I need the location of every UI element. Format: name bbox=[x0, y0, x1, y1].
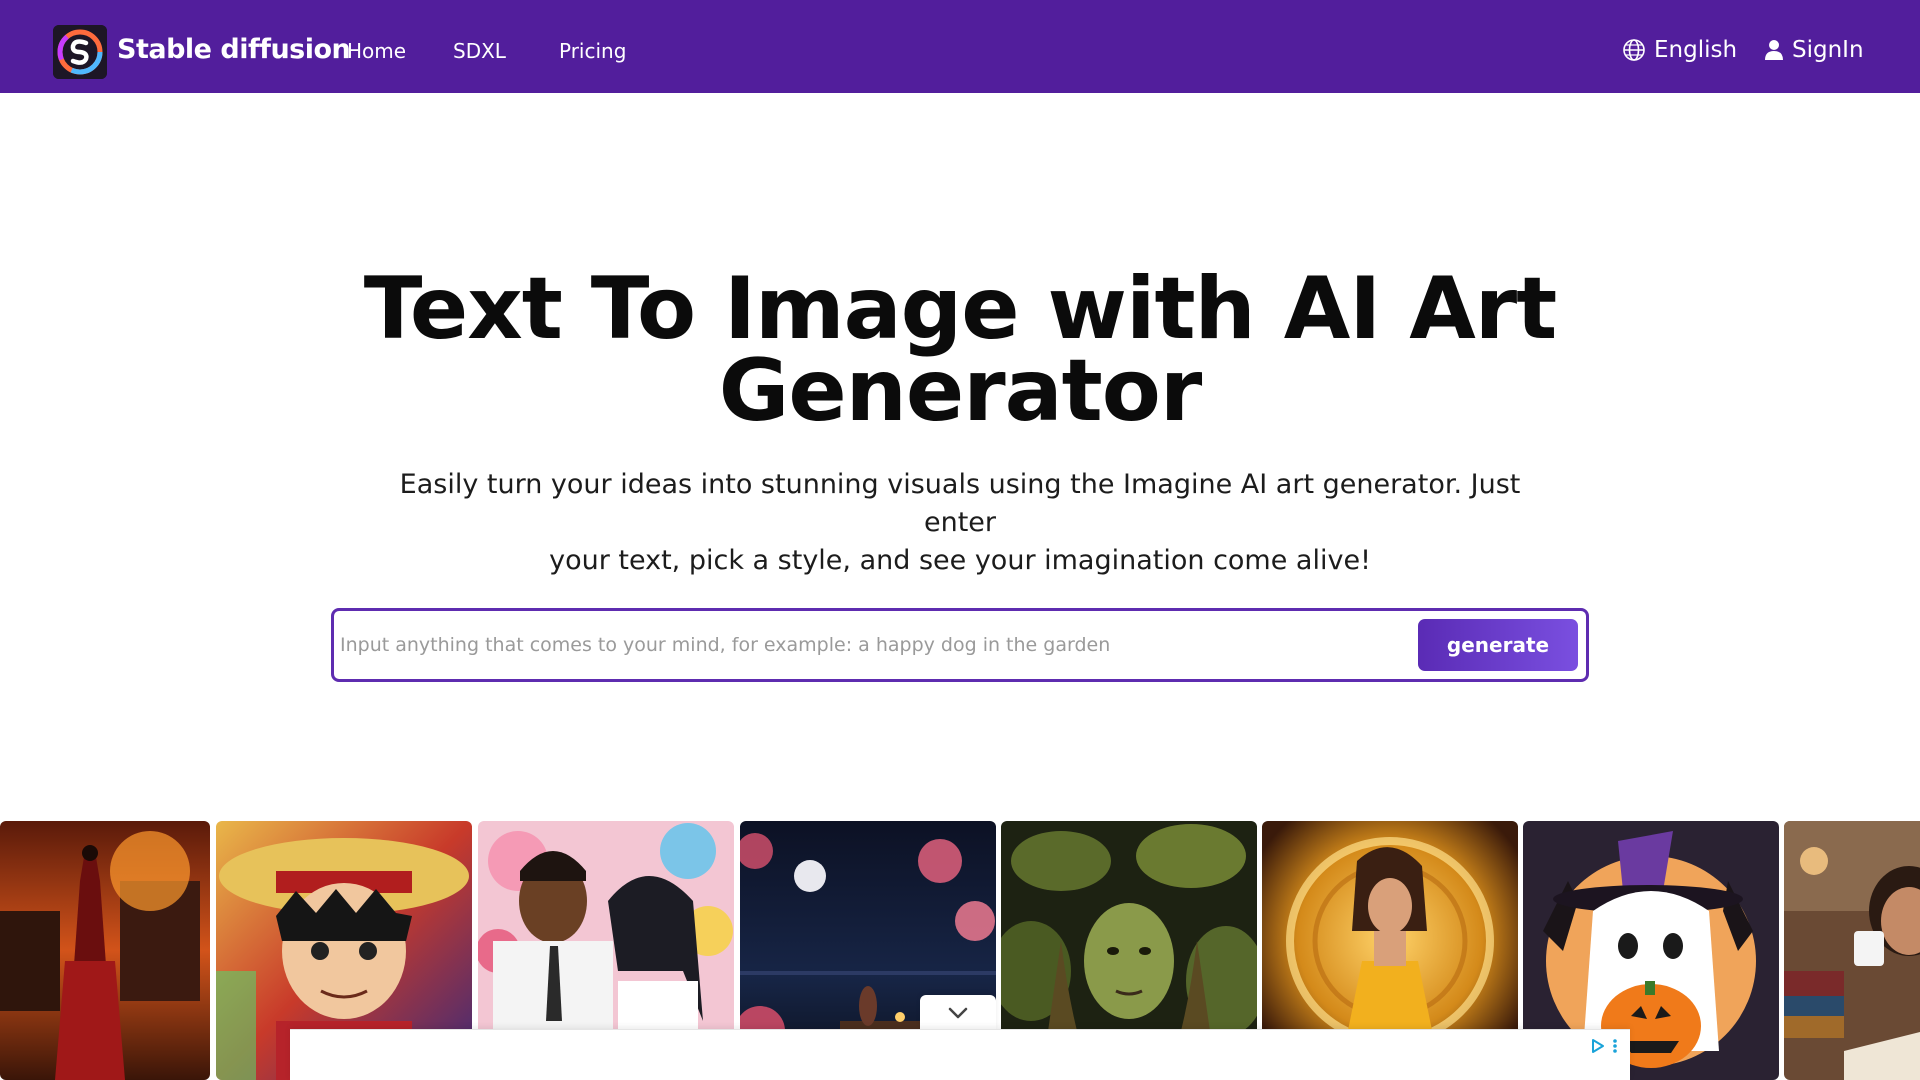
hero-title: Text To Image with AI Art Generator bbox=[0, 259, 1920, 441]
nav-link-home[interactable]: Home bbox=[347, 39, 406, 63]
brand-name[interactable]: Stable diffusion bbox=[117, 34, 351, 65]
user-icon bbox=[1765, 40, 1783, 60]
top-navbar: Stable diffusion Home SDXL Pricing Engli… bbox=[0, 0, 1920, 93]
signin-button[interactable]: SignIn bbox=[1764, 37, 1864, 63]
prompt-input[interactable] bbox=[340, 621, 1340, 669]
brand-logo-icon[interactable] bbox=[53, 25, 107, 79]
nav-link-pricing[interactable]: Pricing bbox=[559, 39, 626, 63]
adchoices-icon[interactable] bbox=[1590, 1038, 1606, 1054]
hero-subtitle-line-2: your text, pick a style, and see your im… bbox=[549, 545, 1371, 576]
nav-link-sdxl[interactable]: SDXL bbox=[453, 39, 506, 63]
ad-controls bbox=[1590, 1038, 1618, 1054]
ad-collapse-button[interactable] bbox=[920, 995, 996, 1031]
language-selector[interactable]: English bbox=[1622, 37, 1737, 63]
hero-subtitle: Easily turn your ideas into stunning vis… bbox=[360, 466, 1560, 580]
hero-subtitle-line-1: Easily turn your ideas into stunning vis… bbox=[399, 469, 1521, 538]
chevron-down-icon bbox=[948, 1007, 968, 1019]
generate-button[interactable]: generate bbox=[1418, 619, 1578, 671]
language-label: English bbox=[1654, 37, 1738, 63]
gallery-image-8[interactable] bbox=[1784, 821, 1920, 1080]
more-vertical-icon[interactable] bbox=[1612, 1038, 1618, 1054]
ad-banner bbox=[290, 1029, 1630, 1080]
hero-title-line-2: Generator bbox=[718, 341, 1203, 441]
gallery-image-1[interactable] bbox=[0, 821, 210, 1080]
hero-title-line-1: Text To Image with AI Art bbox=[363, 259, 1558, 359]
globe-icon bbox=[1623, 39, 1645, 61]
signin-label: SignIn bbox=[1792, 37, 1864, 63]
prompt-box: generate bbox=[331, 608, 1589, 682]
